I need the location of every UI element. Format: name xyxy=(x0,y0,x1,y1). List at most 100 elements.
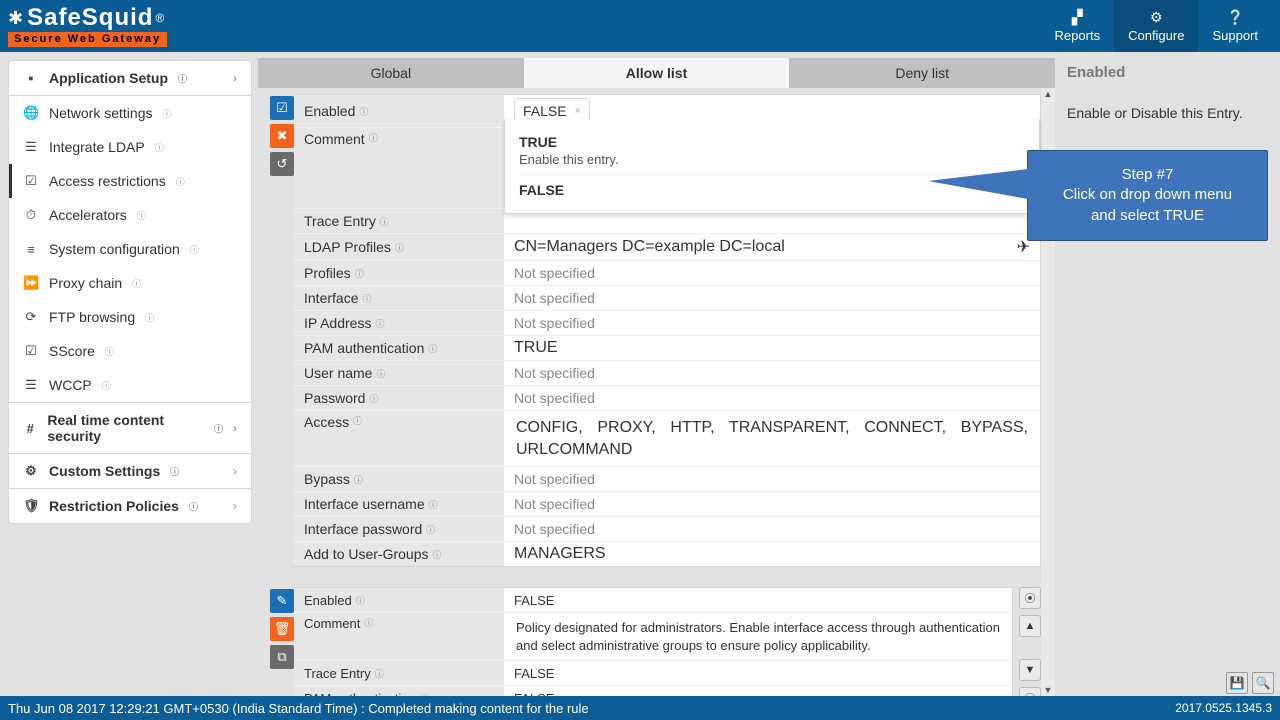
scroll-up-icon[interactable]: ▲ xyxy=(1041,88,1055,100)
enabled-value: FALSE xyxy=(504,588,1012,612)
chevron-right-icon: › xyxy=(233,499,237,513)
search-button[interactable]: 🔍 xyxy=(1252,672,1274,694)
info-icon: ⓘ xyxy=(359,105,368,118)
enabled-dropdown-panel: TRUE Enable this entry. FALSE xyxy=(504,119,1040,214)
value-text: MANAGERS xyxy=(514,545,606,563)
save-button[interactable]: ☑ xyxy=(270,96,294,120)
row-label: Comment xyxy=(304,131,365,147)
nav-support[interactable]: ❔ Support xyxy=(1198,0,1272,52)
pam-value[interactable]: TRUE xyxy=(504,336,1040,360)
comment-value: Policy designated for administrators. En… xyxy=(504,613,1012,660)
info-icon: ⓘ xyxy=(170,465,179,478)
edit-button[interactable]: ✎ xyxy=(270,589,294,613)
info-icon: ⓘ xyxy=(354,473,363,486)
info-icon: ⓘ xyxy=(376,367,385,380)
ldap-value[interactable]: CN=Managers DC=example DC=local✈ xyxy=(504,234,1040,260)
row-label: User name xyxy=(304,365,372,381)
sidebar-head-realtime[interactable]: #Real time content securityⓘ› xyxy=(9,403,251,453)
info-icon: ⓘ xyxy=(155,141,164,154)
info-icon: ⓘ xyxy=(380,215,389,228)
info-icon: ⓘ xyxy=(395,241,404,254)
info-icon: ⓘ xyxy=(190,243,199,256)
sliders-icon: ⚙ xyxy=(23,463,39,479)
sidebar-item-accel[interactable]: ⏱Acceleratorsⓘ xyxy=(9,198,251,232)
save-config-button[interactable]: 💾 xyxy=(1226,672,1248,694)
callout-line2: and select TRUE xyxy=(1040,206,1255,226)
help-icon: ❔ xyxy=(1227,9,1244,26)
hash-icon: # xyxy=(23,421,37,436)
sidebar-label: Proxy chain xyxy=(49,275,122,291)
profiles-value[interactable]: Not specified xyxy=(504,261,1040,285)
move-top-button[interactable]: ⦿ xyxy=(1019,587,1041,609)
tab-global[interactable]: Global xyxy=(258,58,524,88)
sidebar-item-sysconf[interactable]: ≡System configurationⓘ xyxy=(9,232,251,266)
chevron-right-icon: › xyxy=(233,421,237,435)
move-bottom-button[interactable]: ⦿ xyxy=(1019,687,1041,696)
access-value[interactable]: CONFIG, PROXY, HTTP, TRANSPARENT, CONNEC… xyxy=(504,411,1040,466)
forward-icon: ⏩ xyxy=(23,275,39,291)
sidebar-label: WCCP xyxy=(49,377,92,393)
version-text: 2017.0525.1345.3 xyxy=(1175,701,1272,715)
sidebar-head-app-setup[interactable]: 🞍 Application Setup ⓘ › xyxy=(9,61,251,95)
sidebar-head-custom[interactable]: ⚙Custom Settingsⓘ› xyxy=(9,454,251,488)
user-value[interactable]: Not specified xyxy=(504,361,1040,385)
move-up-button[interactable]: ▲ xyxy=(1019,615,1041,637)
callout-line1: Click on drop down menu xyxy=(1040,185,1255,205)
ip-value[interactable]: Not specified xyxy=(504,311,1040,335)
sidebar-item-ldap[interactable]: ☰Integrate LDAPⓘ xyxy=(9,130,251,164)
nav-reports[interactable]: ▞ Reports xyxy=(1041,0,1115,52)
scroll-down-icon[interactable]: ▼ xyxy=(1041,684,1055,696)
brand-logo-icon: ✱ xyxy=(8,9,23,27)
nav-configure[interactable]: ⚙ Configure xyxy=(1114,0,1198,52)
row-label: Add to User-Groups xyxy=(304,546,429,562)
pass-value[interactable]: Not specified xyxy=(504,386,1040,410)
info-icon: ⓘ xyxy=(105,345,114,358)
bypass-value[interactable]: Not specified xyxy=(504,467,1040,491)
revert-button[interactable]: ↺ xyxy=(270,152,294,176)
sidebar-item-proxychain[interactable]: ⏩Proxy chainⓘ xyxy=(9,266,251,300)
nav-label: Reports xyxy=(1055,28,1101,43)
row-label: Trace Entry xyxy=(304,666,371,681)
row-label: Trace Entry xyxy=(304,213,376,229)
sidebar-head-restriction[interactable]: 🛡Restriction Policiesⓘ› xyxy=(9,489,251,523)
chip-clear-icon[interactable]: × xyxy=(575,105,581,117)
sidebar-item-wccp[interactable]: ☰WCCPⓘ xyxy=(9,368,251,402)
option-sub: Enable this entry. xyxy=(519,152,1025,167)
cancel-button[interactable]: ✖ xyxy=(270,124,294,148)
ifuser-value[interactable]: Not specified xyxy=(504,492,1040,516)
tab-deny-list[interactable]: Deny list xyxy=(789,58,1055,88)
option-title: TRUE xyxy=(519,134,1025,150)
check-icon: ☑ xyxy=(23,343,39,359)
info-icon: ⓘ xyxy=(369,131,378,144)
sidebar-item-access-restrictions[interactable]: ☑Access restrictionsⓘ xyxy=(9,164,251,198)
sidebar-item-sscore[interactable]: ☑ SScore ⓘ xyxy=(9,334,251,368)
ifpass-value[interactable]: Not specified xyxy=(504,517,1040,541)
sidebar-label: Access restrictions xyxy=(49,173,166,189)
info-icon: ⓘ xyxy=(162,107,171,120)
row-label: Password xyxy=(304,390,365,406)
header-nav: ▞ Reports ⚙ Configure ❔ Support xyxy=(1041,0,1272,52)
sidebar: 🞍 Application Setup ⓘ › 🌐Network setting… xyxy=(0,52,258,696)
sidebar-label: Restriction Policies xyxy=(49,498,179,514)
chip-label: FALSE xyxy=(523,103,567,119)
info-icon: ⓘ xyxy=(429,498,438,511)
dropdown-option-true[interactable]: TRUE Enable this entry. xyxy=(519,127,1025,174)
delete-button[interactable]: 🗑 xyxy=(270,617,294,641)
addgrp-value[interactable]: MANAGERS xyxy=(504,542,1040,566)
brand-name: SafeSquid xyxy=(27,6,153,30)
info-icon: ⓘ xyxy=(137,209,146,222)
sidebar-label: SScore xyxy=(49,343,95,359)
move-down-button[interactable]: ▼ xyxy=(1019,659,1041,681)
sidebar-item-network[interactable]: 🌐Network settingsⓘ xyxy=(9,96,251,130)
sidebar-label: Application Setup xyxy=(49,70,168,86)
tabs: Global Allow list Deny list xyxy=(258,58,1055,88)
info-icon: ⓘ xyxy=(145,311,154,324)
help-body: Enable or Disable this Entry. xyxy=(1067,105,1268,121)
enabled-dropdown[interactable]: FALSE × TRUE Enable this entry. FALSE xyxy=(504,95,1040,127)
interface-value[interactable]: Not specified xyxy=(504,286,1040,310)
info-icon: ⓘ xyxy=(356,594,365,607)
clone-button[interactable]: ⧉ xyxy=(270,645,294,669)
sidebar-item-ftp[interactable]: ⟳FTP browsingⓘ xyxy=(9,300,251,334)
tab-allow-list[interactable]: Allow list xyxy=(524,58,790,88)
row-label: Enabled xyxy=(304,103,355,119)
